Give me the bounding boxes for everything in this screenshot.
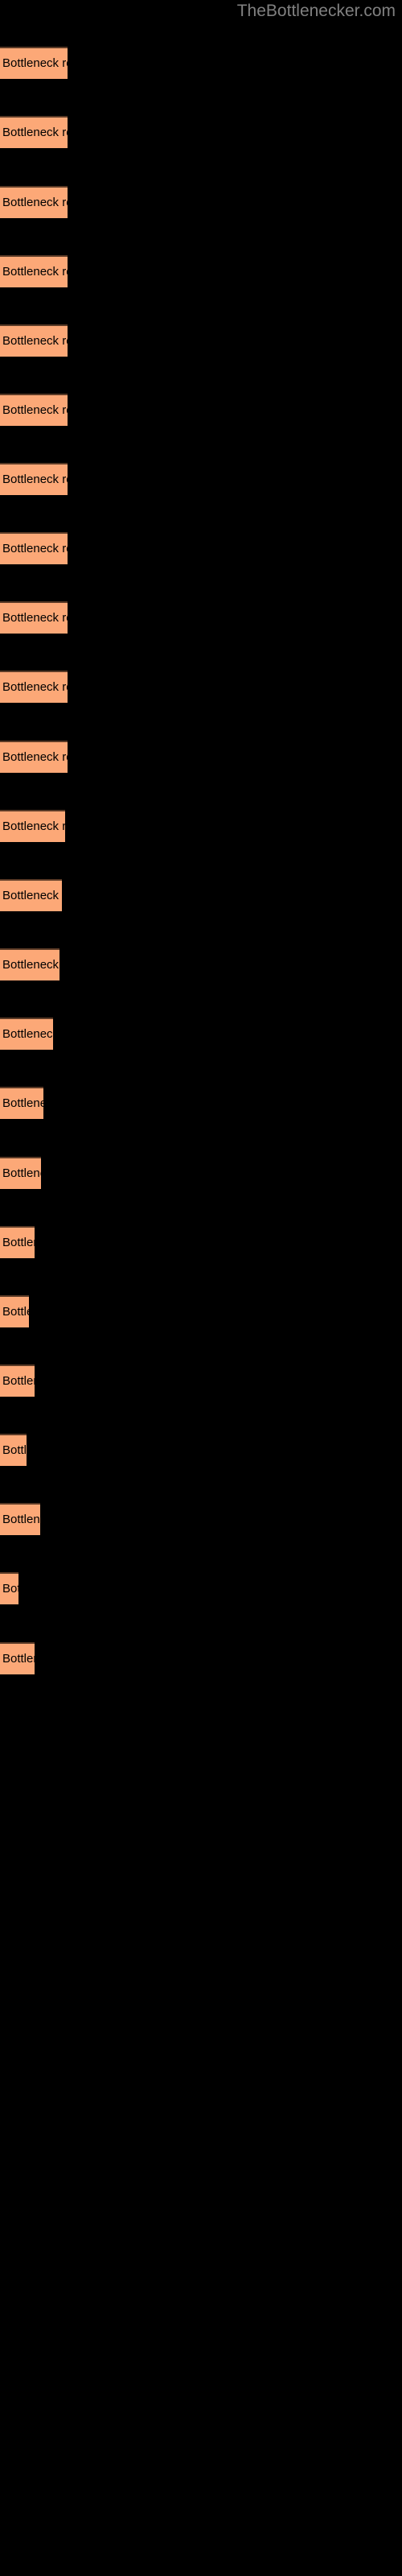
bar-label: Bottleneck result [2,1443,27,1457]
bar-label: Bottleneck result [2,196,68,209]
bar-label: Bottleneck result [2,1513,40,1526]
bottleneck-result-bar[interactable]: Bottleneck result [0,463,68,495]
bar-label: Bottleneck result [2,56,68,70]
bottleneck-result-bar[interactable]: Bottleneck result [0,116,68,148]
bar-label: Bottleneck result [2,889,62,902]
bottleneck-result-bar[interactable]: Bottleneck result [0,948,59,980]
bar-label: Bottleneck result [2,1166,41,1180]
bottleneck-result-bar[interactable]: Bottleneck result [0,741,68,773]
bar-label: Bottleneck result [2,126,68,139]
bottleneck-result-bar[interactable]: Bottleneck result [0,1018,53,1050]
bar-label: Bottleneck result [2,1027,53,1041]
bottleneck-result-bar[interactable]: Bottleneck result [0,1364,35,1397]
bottleneck-result-bar[interactable]: Bottleneck result [0,1434,27,1466]
bottleneck-result-bar[interactable]: Bottleneck result [0,394,68,426]
bottleneck-result-bar[interactable]: Bottleneck result [0,1503,40,1535]
bar-label: Bottleneck result [2,1096,43,1110]
bottleneck-bar-chart: Bottleneck result Bottleneck result Bottle… [0,0,402,2576]
bar-label: Bottleneck result [2,750,68,764]
bottleneck-result-bar[interactable]: Bottleneck result [0,1295,29,1327]
bar-label: Bottleneck result [2,819,65,833]
bottleneck-result-bar[interactable]: Bottleneck result [0,532,68,564]
bar-label: Bottleneck result [2,680,68,694]
bar-label: Bottleneck result [2,1305,29,1319]
bottleneck-result-bar[interactable]: Bottleneck result [0,255,68,287]
bottleneck-result-bar[interactable]: Bottleneck result [0,47,68,79]
bar-label: Bottleneck result [2,1236,35,1249]
bar-label: Bottleneck result [2,1582,18,1596]
bottleneck-result-bar[interactable]: Bottleneck result [0,671,68,703]
bottleneck-result-bar[interactable]: Bottleneck result [0,879,62,911]
bottleneck-result-bar[interactable]: Bottleneck result [0,186,68,218]
bar-label: Bottleneck result [2,542,68,555]
bar-label: Bottleneck result [2,473,68,486]
bar-label: Bottleneck result [2,403,68,417]
bottleneck-result-bar[interactable]: Bottleneck result [0,1642,35,1674]
bottleneck-result-bar[interactable]: Bottleneck result [0,324,68,357]
bar-label: Bottleneck result [2,1374,35,1388]
bottleneck-result-bar[interactable]: Bottleneck result [0,1157,41,1189]
bar-label: Bottleneck result [2,265,68,279]
bar-label: Bottleneck result [2,1652,35,1666]
bottleneck-result-bar[interactable]: Bottleneck result [0,1572,18,1604]
bottleneck-result-bar[interactable]: Bottleneck result [0,1226,35,1258]
bar-label: Bottleneck result [2,958,59,972]
bar-label: Bottleneck result [2,611,68,625]
bar-label: Bottleneck result [2,334,68,348]
bottleneck-result-bar[interactable]: Bottleneck result [0,1087,43,1119]
bottleneck-result-bar[interactable]: Bottleneck result [0,601,68,634]
bottleneck-result-bar[interactable]: Bottleneck result [0,810,65,842]
